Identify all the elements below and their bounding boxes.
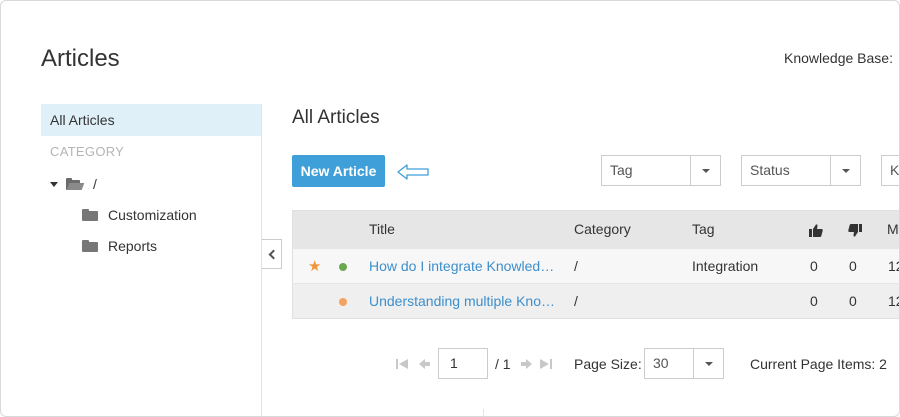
tree-item-reports[interactable]: Reports <box>82 236 157 256</box>
main-title: All Articles <box>292 107 380 128</box>
table-row[interactable]: Understanding multiple Knowledge Bases /… <box>293 283 899 319</box>
tag-filter-value: Tag <box>610 162 633 178</box>
article-category: / <box>574 293 578 309</box>
chevron-down-icon[interactable] <box>690 156 720 185</box>
table-header: Title Category Tag Mo <box>293 211 899 248</box>
folder-open-icon <box>66 178 85 190</box>
article-dislikes: 0 <box>849 258 857 274</box>
column-tag[interactable]: Tag <box>692 211 715 248</box>
article-dislikes: 0 <box>849 293 857 309</box>
thumbs-up-icon[interactable] <box>809 224 823 237</box>
article-title-link[interactable]: Understanding multiple Knowledge Bases <box>369 284 559 319</box>
tree-root-label: / <box>93 176 97 192</box>
app-window: Articles Knowledge Base: All Articles CA… <box>0 0 900 417</box>
status-dot-icon <box>339 263 347 271</box>
article-title-link[interactable]: How do I integrate Knowledge Base with C… <box>369 249 559 284</box>
status-dot-icon <box>339 298 347 306</box>
tree-item-label: Reports <box>108 238 158 254</box>
collapse-sidebar-button[interactable] <box>262 239 282 269</box>
star-icon[interactable]: ★ <box>308 259 321 274</box>
page-size-select[interactable]: 30 <box>644 348 724 379</box>
folder-icon <box>82 209 98 221</box>
article-extra: 12 <box>888 258 899 274</box>
article-tag: Integration <box>692 258 759 274</box>
arrow-left-icon <box>397 164 429 180</box>
articles-table: Title Category Tag Mo ★ How do I integra… <box>292 210 899 319</box>
column-extra[interactable]: Mo <box>887 211 899 248</box>
last-page-icon[interactable] <box>539 357 553 371</box>
chevron-down-icon[interactable] <box>693 349 723 378</box>
sidebar-item-all-articles[interactable]: All Articles <box>41 104 261 136</box>
knowledge-base-label: Knowledge Base: <box>784 50 893 66</box>
tag-filter-select[interactable]: Tag <box>601 155 721 186</box>
filter-select-3-value: K <box>890 162 900 178</box>
article-likes: 0 <box>810 293 818 309</box>
table-row[interactable]: ★ How do I integrate Knowledge Base with… <box>293 248 899 284</box>
article-likes: 0 <box>810 258 818 274</box>
tree-root[interactable]: / <box>50 174 97 194</box>
sidebar: All Articles CATEGORY / Customization Re… <box>41 104 261 416</box>
thumbs-down-icon[interactable] <box>848 224 862 237</box>
column-title[interactable]: Title <box>369 211 395 248</box>
page-size-label: Page Size: <box>574 356 642 372</box>
new-article-button[interactable]: New Article <box>292 155 385 187</box>
category-header: CATEGORY <box>50 144 125 159</box>
column-category[interactable]: Category <box>574 211 631 248</box>
caret-down-icon[interactable] <box>50 181 58 187</box>
chevron-down-icon[interactable] <box>830 156 860 185</box>
page-title: Articles <box>41 45 120 72</box>
filter-select-3[interactable]: K <box>881 155 900 186</box>
current-page-items: Current Page Items: 2 <box>750 356 887 372</box>
first-page-icon[interactable] <box>395 357 409 371</box>
next-page-icon[interactable] <box>520 357 534 371</box>
page-number-input[interactable]: 1 <box>438 348 488 379</box>
article-extra: 12 <box>888 293 899 309</box>
article-category: / <box>574 258 578 274</box>
divider <box>483 409 484 416</box>
tree-item-label: Customization <box>108 207 197 223</box>
page-total: / 1 <box>495 356 511 372</box>
folder-icon <box>82 240 98 252</box>
page-size-value: 30 <box>653 355 669 371</box>
status-filter-value: Status <box>750 162 790 178</box>
chevron-left-icon <box>268 249 278 259</box>
tree-item-customization[interactable]: Customization <box>82 205 197 225</box>
previous-page-icon[interactable] <box>417 357 431 371</box>
status-filter-select[interactable]: Status <box>741 155 861 186</box>
